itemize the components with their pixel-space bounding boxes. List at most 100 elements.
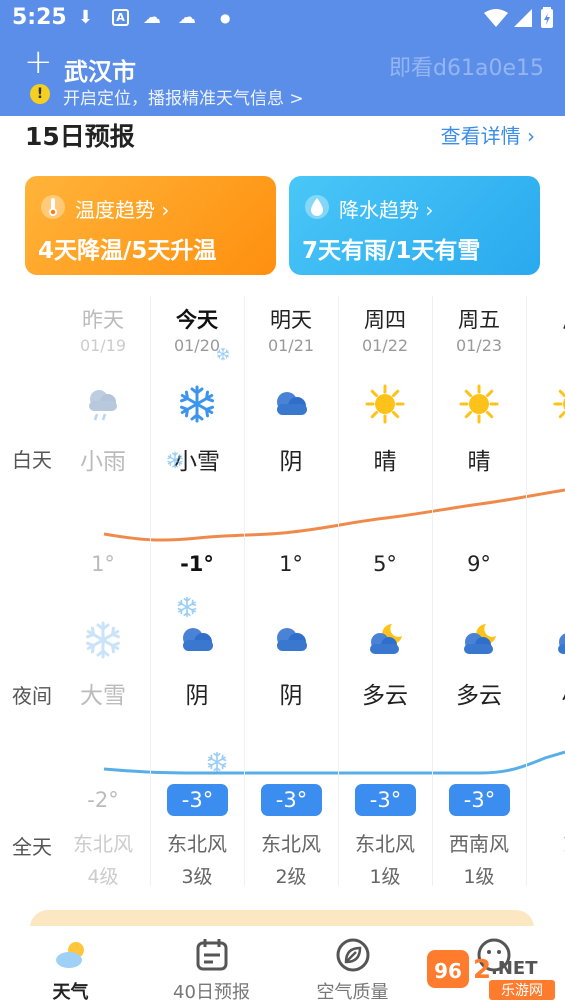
temperature-trend-label: 温度趋势 › xyxy=(75,198,170,222)
app-header: 5:25 ⬇ A ☁ ☁ ● + 武汉市 即看d61a0e15 ! 开启定位，播… xyxy=(0,0,565,116)
wind-level: 1级 xyxy=(463,866,495,888)
wind-level: 1级 xyxy=(369,866,401,888)
date-label: 0 xyxy=(526,336,565,355)
day-label: 明天 xyxy=(270,308,312,332)
watermark-id: 即看d61a0e15 xyxy=(389,56,544,81)
low-temp: -3° xyxy=(449,784,510,816)
temperature-trend-value: 4天降温/5天升温 xyxy=(38,238,217,264)
row-label-night: 夜间 xyxy=(12,684,52,708)
partly-cloudy-night-icon xyxy=(459,620,499,660)
high-temp: 1° xyxy=(91,552,115,576)
location-hint-text: 开启定位，播报精准天气信息 > xyxy=(63,89,304,109)
dot-icon: ● xyxy=(220,11,231,25)
high-temp: 5° xyxy=(373,552,397,576)
status-bar: 5:25 ⬇ A ☁ ☁ ● xyxy=(0,0,565,36)
wind-level: 3级 xyxy=(181,866,213,888)
high-temp: 1° xyxy=(279,552,303,576)
date-label: 01/23 xyxy=(455,336,503,355)
precipitation-trend-value: 7天有雨/1天有雪 xyxy=(302,238,481,264)
day-weather: 晴 xyxy=(467,449,491,475)
download-icon: ⬇ xyxy=(78,7,94,28)
low-temp: -3° xyxy=(167,784,228,816)
forecast-day-column[interactable]: 周 0 1 小 东 2 xyxy=(526,296,565,896)
partly-cloudy-night-icon xyxy=(365,620,405,660)
snowflake-icon xyxy=(177,384,217,424)
wind-direction: 东北风 xyxy=(73,832,133,856)
svg-text:乐游网: 乐游网 xyxy=(501,983,543,999)
temperature-trend-card[interactable]: 温度趋势 › 4天降温/5天升温 xyxy=(25,176,276,275)
thermometer-icon xyxy=(41,195,65,219)
status-time: 5:25 xyxy=(12,5,67,30)
night-weather: 阴 xyxy=(185,683,209,709)
falling-snowflake-icon xyxy=(176,596,198,618)
cloud-app-icon: ☁ xyxy=(178,7,196,28)
sunny-icon xyxy=(365,384,405,424)
forecast-day-column[interactable]: 昨天 01/19 小雨 1° 大雪 -2° 东北风 4级 xyxy=(56,296,150,896)
weather-app-icon: ☁ xyxy=(143,7,161,28)
low-temp: -2° xyxy=(87,788,119,812)
light-rain-icon xyxy=(83,384,123,424)
high-temp: -1° xyxy=(180,552,214,576)
svg-text:96: 96 xyxy=(434,959,462,983)
nav-air-quality[interactable]: 空气质量 xyxy=(282,926,423,1004)
leaf-icon xyxy=(336,938,370,972)
wind-level: 2 xyxy=(526,862,565,884)
forecast-day-column[interactable]: 周四 01/22 晴 5° 多云 -3° 东北风 1级 xyxy=(338,296,432,896)
falling-snowflake-icon xyxy=(216,346,230,361)
forecast-day-column[interactable]: 明天 01/21 阴 1° 阴 -3° 东北风 2级 xyxy=(244,296,338,896)
wind-level: 4级 xyxy=(87,866,119,888)
night-weather: 阴 xyxy=(279,683,303,709)
nav-label: 40日预报 xyxy=(173,982,250,1003)
day-label: 周 xyxy=(526,304,565,334)
city-name[interactable]: 武汉市 xyxy=(64,52,136,87)
day-weather: 小雨 xyxy=(80,449,126,475)
night-weather: 多云 xyxy=(362,683,408,709)
precipitation-trend-card[interactable]: 降水趋势 › 7天有雨/1天有雪 xyxy=(289,176,540,275)
day-weather: 晴 xyxy=(373,449,397,475)
wind-direction: 西南风 xyxy=(449,832,509,856)
row-label-all: 全天 xyxy=(12,835,52,859)
plus-icon[interactable]: + xyxy=(24,45,53,79)
low-temp: -3° xyxy=(261,784,322,816)
date-label: 01/22 xyxy=(361,336,409,355)
view-details-link[interactable]: 查看详情 › xyxy=(441,120,535,149)
nav-weather[interactable]: 天气 xyxy=(0,926,141,1004)
warning-icon: ! xyxy=(30,84,50,104)
weather-icon xyxy=(56,942,84,968)
falling-snowflake-icon xyxy=(166,451,184,469)
wind-direction: 东 xyxy=(526,828,565,857)
calendar-icon xyxy=(196,939,228,971)
row-label-day: 白天 xyxy=(12,448,52,472)
forecast-grid: 白天 夜间 全天 昨天 01/19 小雨 1° 大雪 -2° 东北风 4级 今天… xyxy=(0,296,565,896)
sunny-icon xyxy=(553,384,565,424)
battery-icon xyxy=(541,7,553,28)
nav-label: 空气质量 xyxy=(316,982,389,1003)
low-temp: -3° xyxy=(355,784,416,816)
nav-40-day[interactable]: 40日预报 xyxy=(141,926,282,1004)
sunny-icon xyxy=(459,384,499,424)
night-weather: 大雪 xyxy=(80,683,126,709)
day-weather: 阴 xyxy=(279,449,303,475)
forecast-day-column[interactable]: 周五 01/23 晴 9° 多云 -3° 西南风 1级 xyxy=(432,296,526,896)
wind-level: 2级 xyxy=(275,866,307,888)
overcast-icon xyxy=(177,620,217,660)
date-label: 01/19 xyxy=(79,336,127,355)
night-weather: 多云 xyxy=(456,683,502,709)
app-a-icon: A xyxy=(112,9,129,26)
night-weather: 小 xyxy=(526,676,565,710)
cellular-icon xyxy=(514,9,532,27)
city-row: + 武汉市 即看d61a0e15 xyxy=(24,45,554,86)
wifi-icon xyxy=(484,9,508,27)
falling-snowflake-icon xyxy=(206,751,228,773)
wind-direction: 东北风 xyxy=(261,832,321,856)
svg-text:.NET: .NET xyxy=(491,958,538,979)
water-drop-icon xyxy=(305,195,329,219)
high-temp: 1 xyxy=(526,552,565,576)
high-temp: 9° xyxy=(467,552,491,576)
precipitation-trend-label: 降水趋势 › xyxy=(339,198,434,222)
wind-direction: 东北风 xyxy=(355,832,415,856)
day-label: 今天 xyxy=(176,308,218,332)
forecast-title: 15日预报 xyxy=(25,122,135,151)
nav-label: 天气 xyxy=(52,982,89,1003)
date-label: 01/21 xyxy=(267,336,315,355)
